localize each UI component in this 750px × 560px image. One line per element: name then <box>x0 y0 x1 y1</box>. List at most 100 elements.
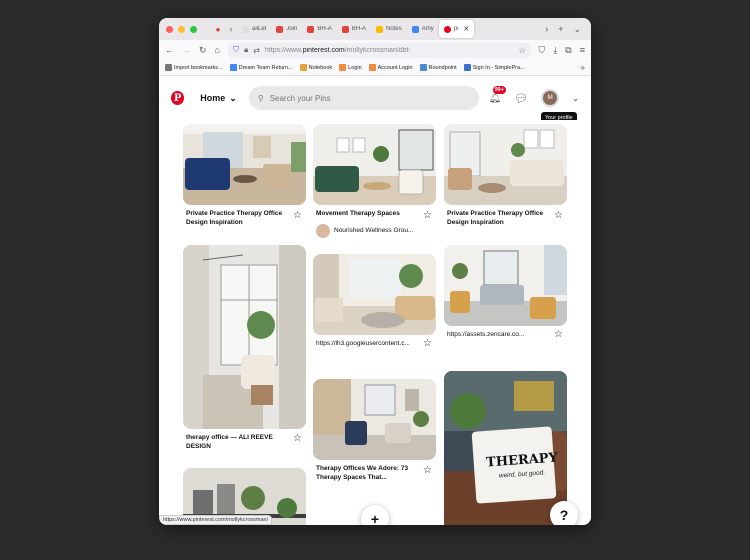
accounts-chevron-icon[interactable]: ⌄ <box>572 94 579 103</box>
pin-author[interactable]: Nourished Wellness Grou... <box>313 223 436 238</box>
more-bookmarks-icon[interactable]: » <box>581 63 585 72</box>
tab-favicon-icon <box>341 25 349 33</box>
bookmark-favicon-icon <box>165 64 172 71</box>
pin-image[interactable] <box>183 245 306 429</box>
nav-toolbar: ← → ↻ ⌂ ⛉ 🔒︎ ⇄ https://www.pinterest.com… <box>159 40 591 60</box>
home-icon[interactable]: ⌂ <box>215 45 220 55</box>
pin-image[interactable] <box>183 124 306 205</box>
tab-5[interactable]: Notes <box>371 20 407 38</box>
pinterest-logo-icon[interactable]: P <box>171 91 185 105</box>
help-button[interactable]: ? <box>550 501 578 525</box>
shield-icon[interactable]: ⛉ <box>233 45 239 55</box>
lock-icon[interactable]: 🔒︎ <box>244 45 248 55</box>
chevron-down-icon: ⌄ <box>229 92 237 103</box>
pin-title: Movement Therapy Spaces <box>316 210 400 217</box>
pin-image[interactable] <box>444 124 567 205</box>
pin-image[interactable] <box>313 254 436 335</box>
bookmark-item[interactable]: Account Login <box>368 64 413 71</box>
minimize-window-button[interactable] <box>178 25 185 33</box>
menu-icon[interactable]: ≡ <box>580 45 585 55</box>
search-input[interactable]: ⚲ Search your Pins <box>248 86 479 110</box>
pocket-icon[interactable]: ⛉ <box>539 45 546 56</box>
pin-card[interactable]: THERAPY weird, but good. <box>444 371 567 525</box>
permissions-icon[interactable]: ⇄ <box>253 46 260 55</box>
pin-source[interactable]: https://lh3.googleusercontent.c... <box>313 340 436 347</box>
save-star-icon[interactable]: ☆ <box>554 210 563 221</box>
pin-source[interactable]: https://assets.zencare.co... <box>444 331 567 338</box>
pin-card[interactable]: Private Practice Therapy Office Design I… <box>183 124 306 228</box>
tab-2[interactable]: Join <box>271 20 302 38</box>
save-star-icon[interactable]: ☆ <box>423 465 432 476</box>
bookmark-item[interactable]: Import bookmarks... <box>165 64 223 71</box>
search-placeholder: Search your Pins <box>269 93 331 103</box>
therapy-pillow-image <box>444 371 567 525</box>
back-icon[interactable]: ← <box>165 45 174 55</box>
forward-icon[interactable]: → <box>182 45 191 55</box>
pin-card[interactable]: Private Practice Therapy Office Design I… <box>444 124 567 228</box>
new-tab-icon[interactable]: + <box>558 24 563 35</box>
reload-icon[interactable]: ↻ <box>199 45 207 56</box>
pin-title: therapy office — ALI REEVE DESIGN <box>186 434 273 450</box>
bookmark-favicon-icon <box>299 64 307 71</box>
downloads-icon[interactable]: ⤓ <box>553 45 557 56</box>
address-bar[interactable]: ⛉ 🔒︎ ⇄ https://www.pinterest.com/mollykc… <box>227 42 531 58</box>
tab-4[interactable]: BH-A <box>337 20 371 38</box>
bookmark-item[interactable]: Roundpoint <box>419 64 457 71</box>
bookmark-item[interactable]: Dream Team Return... <box>229 64 293 71</box>
bookmarks-bar: Import bookmarks... Dream Team Return...… <box>159 60 591 76</box>
close-window-button[interactable] <box>166 25 173 33</box>
tab-3[interactable]: BH-A <box>302 20 336 38</box>
bookmark-item[interactable]: Login <box>339 64 362 71</box>
avatar[interactable]: M <box>541 89 560 107</box>
tab-active[interactable]: pi ✕ <box>438 20 475 38</box>
browser-window: ● ‹ ailLet Join BH-A BH-A Notes Amy pi ✕ … <box>159 18 591 525</box>
green-sofa-room-image <box>313 124 436 205</box>
tab-favicon-icon <box>376 25 384 33</box>
tab-label: BH-A <box>351 26 367 32</box>
bookmark-favicon-icon <box>368 64 376 71</box>
close-tab-icon[interactable]: ✕ <box>463 25 469 33</box>
bright-office-image <box>313 254 436 335</box>
pin-title: Private Practice Therapy Office Design I… <box>447 210 544 226</box>
tab-strip: ● ‹ ailLet Join BH-A BH-A Notes Amy pi ✕ … <box>159 18 591 40</box>
pin-card[interactable]: https://lh3.googleusercontent.c... ☆ <box>313 254 436 349</box>
link-status-bar: https://www.pinterest.com/mollykcrossman… <box>159 515 273 525</box>
tab-list-icon[interactable]: ⌄ <box>573 24 581 35</box>
bookmark-star-icon[interactable]: ☆ <box>518 46 525 55</box>
tabs-scroll-left-icon[interactable]: ‹ <box>225 24 237 34</box>
save-star-icon[interactable]: ☆ <box>293 433 302 444</box>
bookmark-favicon-icon <box>229 64 237 71</box>
bookmark-item[interactable]: Sign In - SimplePra... <box>463 64 525 71</box>
bookmark-item[interactable]: Notebook <box>299 64 332 71</box>
pin-card[interactable]: Movement Therapy Spaces ☆ Nourished Well… <box>313 124 436 238</box>
zoom-window-button[interactable] <box>190 25 197 33</box>
save-star-icon[interactable]: ☆ <box>554 329 563 340</box>
author-avatar <box>316 223 330 238</box>
pin-card[interactable]: https://assets.zencare.co... ☆ <box>444 245 567 340</box>
pinned-tab-icon[interactable]: ● <box>211 22 225 36</box>
mustard-chair-room-image <box>444 245 567 326</box>
tab-strip-tools: › + ⌄ <box>545 24 581 35</box>
pin-image[interactable] <box>313 124 436 205</box>
messages-icon[interactable]: 💬︎ <box>514 92 528 105</box>
home-button[interactable]: Home ⌄ <box>200 93 237 104</box>
extensions-icon[interactable]: ⧉ <box>565 45 571 56</box>
tabs-scroll-right-icon[interactable]: › <box>545 24 548 35</box>
tab-label: Join <box>286 26 298 32</box>
pin-image[interactable]: THERAPY weird, but good. <box>444 371 567 525</box>
add-button[interactable]: + <box>361 505 389 525</box>
save-star-icon[interactable]: ☆ <box>293 210 302 221</box>
bookmark-favicon-icon <box>419 64 427 71</box>
bookmark-favicon-icon <box>339 64 347 71</box>
save-star-icon[interactable]: ☆ <box>423 338 432 349</box>
save-star-icon[interactable]: ☆ <box>423 210 432 221</box>
pin-image[interactable] <box>313 379 436 460</box>
tab-1[interactable]: ailLet <box>237 20 271 38</box>
tab-6[interactable]: Amy <box>407 20 439 38</box>
therapy-office-image <box>183 245 306 429</box>
pin-image[interactable] <box>444 245 567 326</box>
notifications-bell-icon[interactable]: 🔔︎ 99+ <box>489 85 506 104</box>
pin-card[interactable]: Therapy Offices We Adore: 73 Therapy Spa… <box>313 379 436 483</box>
pin-card[interactable]: therapy office — ALI REEVE DESIGN ☆ <box>183 245 306 452</box>
url-text: https://www.pinterest.com/mollykcrossman… <box>264 46 411 54</box>
